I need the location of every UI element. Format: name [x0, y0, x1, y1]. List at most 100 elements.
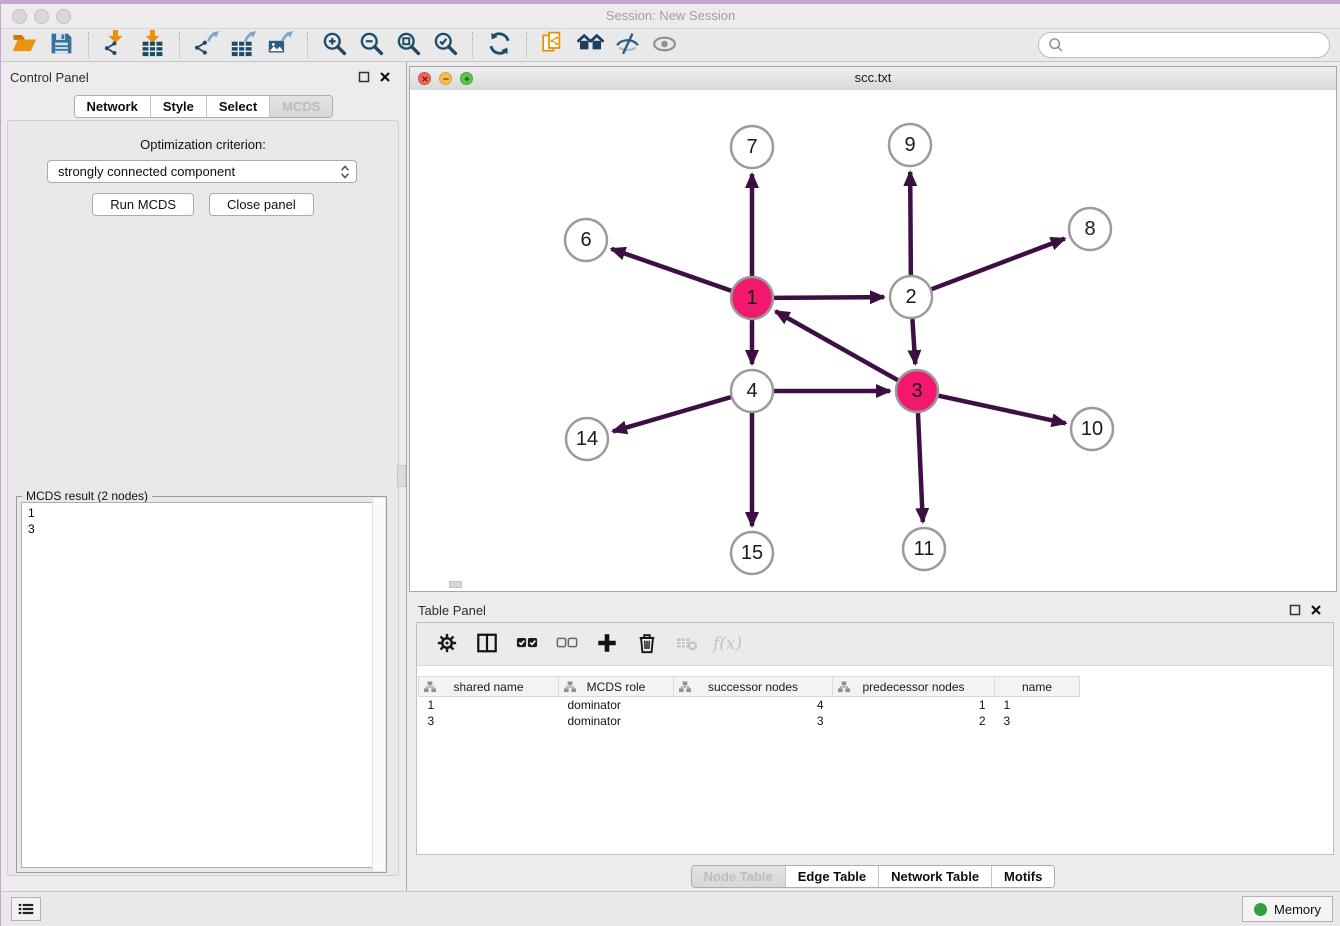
- import-table-icon: [139, 30, 166, 60]
- search-icon: [1048, 37, 1064, 53]
- split-panel-button[interactable]: [473, 631, 500, 658]
- titlebar[interactable]: Session: New Session: [1, 4, 1340, 28]
- edge-2-8[interactable]: [932, 239, 1065, 290]
- window-title: Session: New Session: [1, 4, 1340, 28]
- edge-1-6[interactable]: [611, 249, 731, 291]
- column-header-successor-nodes[interactable]: successor nodes: [674, 677, 833, 697]
- tab-style[interactable]: Style: [150, 96, 206, 117]
- network-minimize-button[interactable]: [439, 72, 452, 85]
- cell-name[interactable]: 3: [995, 713, 1080, 729]
- list-icon: [18, 902, 34, 916]
- column-tree-icon: [838, 681, 850, 696]
- mcds-result-scrollbar[interactable]: [372, 498, 385, 871]
- edge-1-2[interactable]: [774, 297, 884, 298]
- task-history-button[interactable]: [11, 897, 41, 921]
- zoom-fit-icon: [395, 30, 422, 60]
- network-table-splitter-grip[interactable]: [449, 581, 462, 588]
- cell-shared-name[interactable]: 1: [419, 697, 559, 714]
- refresh-view-button[interactable]: [481, 30, 518, 60]
- edge-4-14[interactable]: [613, 397, 731, 431]
- table-panel-title: Table Panel: [418, 603, 486, 618]
- delete-table-button: [673, 631, 700, 658]
- run-mcds-button[interactable]: Run MCDS: [92, 193, 194, 216]
- show-hidden-button[interactable]: [646, 30, 683, 60]
- column-header-name[interactable]: name: [995, 677, 1080, 697]
- import-table-button[interactable]: [134, 30, 171, 60]
- cell-successor-nodes[interactable]: 4: [674, 697, 833, 714]
- close-panel-button[interactable]: Close panel: [209, 193, 314, 216]
- cell-predecessor-nodes[interactable]: 2: [833, 713, 995, 729]
- column-header-label: shared name: [453, 680, 523, 694]
- column-header-label: successor nodes: [708, 680, 798, 694]
- network-view-window[interactable]: scc.txt 7968124314101511: [409, 66, 1337, 592]
- search-field[interactable]: [1038, 32, 1330, 58]
- window-close-button[interactable]: [12, 9, 27, 24]
- cell-mcds-role[interactable]: dominator: [559, 713, 674, 729]
- edge-3-1[interactable]: [776, 311, 898, 380]
- cell-name[interactable]: 1: [995, 697, 1080, 714]
- zoom-in-button[interactable]: [316, 30, 353, 60]
- export-image-button[interactable]: [262, 30, 299, 60]
- save-session-button[interactable]: [43, 30, 80, 60]
- network-window-titlebar[interactable]: scc.txt: [410, 67, 1336, 91]
- delete-table-icon: [676, 632, 698, 657]
- column-header-shared-name[interactable]: shared name: [419, 677, 559, 697]
- control-panel-close-icon[interactable]: [379, 71, 391, 83]
- edge-3-11[interactable]: [918, 413, 923, 522]
- tab-network[interactable]: Network: [75, 96, 150, 117]
- zoom-selected-button[interactable]: [427, 30, 464, 60]
- cell-successor-nodes[interactable]: 3: [674, 713, 833, 729]
- network-close-button[interactable]: [418, 72, 431, 85]
- zoom-out-button[interactable]: [353, 30, 390, 60]
- window-minimize-button[interactable]: [34, 9, 49, 24]
- clone-network-button[interactable]: [535, 30, 572, 60]
- zoom-fit-button[interactable]: [390, 30, 427, 60]
- open-session-button[interactable]: [6, 30, 43, 60]
- tab-select[interactable]: Select: [206, 96, 269, 117]
- hide-displayed-button[interactable]: [609, 30, 646, 60]
- select-all-columns-button[interactable]: [513, 631, 540, 658]
- table-tab-network-table[interactable]: Network Table: [878, 866, 991, 887]
- column-header-predecessor-nodes[interactable]: predecessor nodes: [833, 677, 995, 697]
- panel-divider-grip[interactable]: [397, 465, 406, 487]
- edge-2-9[interactable]: [910, 172, 911, 275]
- mcds-result-text[interactable]: 13: [21, 502, 382, 868]
- table-tab-motifs[interactable]: Motifs: [991, 866, 1054, 887]
- table-tabs: Node TableEdge TableNetwork TableMotifs: [691, 865, 1056, 888]
- network-zoom-button[interactable]: [460, 72, 473, 85]
- toolbar-separator: [307, 32, 308, 58]
- window-maximize-button[interactable]: [56, 9, 71, 24]
- table-panel-float-icon[interactable]: [1289, 604, 1301, 616]
- criterion-select[interactable]: strongly connected component: [47, 160, 357, 183]
- export-network-button[interactable]: [188, 30, 225, 60]
- add-row-button[interactable]: [593, 631, 620, 658]
- import-network-button[interactable]: [97, 30, 134, 60]
- home-button[interactable]: [572, 30, 609, 60]
- table-tab-edge-table[interactable]: Edge Table: [785, 866, 878, 887]
- delete-row-icon: [636, 632, 658, 657]
- cell-mcds-role[interactable]: dominator: [559, 697, 674, 714]
- edge-3-10[interactable]: [938, 396, 1065, 424]
- node-label-7: 7: [746, 136, 757, 158]
- search-input[interactable]: [1068, 34, 1329, 56]
- delete-row-button[interactable]: [633, 631, 660, 658]
- column-header-mcds-role[interactable]: MCDS role: [559, 677, 674, 697]
- toolbar-separator: [472, 32, 473, 58]
- cell-predecessor-nodes[interactable]: 1: [833, 697, 995, 714]
- table-tab-node-table[interactable]: Node Table: [692, 866, 785, 887]
- edge-2-3[interactable]: [912, 319, 915, 364]
- cell-shared-name[interactable]: 3: [419, 713, 559, 729]
- control-panel-float-icon[interactable]: [358, 71, 370, 83]
- tab-mcds[interactable]: MCDS: [269, 96, 332, 117]
- unselect-all-columns-button[interactable]: [553, 631, 580, 658]
- export-table-button[interactable]: [225, 30, 262, 60]
- network-canvas[interactable]: 7968124314101511: [410, 90, 1336, 591]
- network-window-title: scc.txt: [410, 67, 1336, 89]
- export-table-icon: [230, 30, 257, 60]
- memory-button[interactable]: Memory: [1242, 896, 1333, 922]
- column-header-label: predecessor nodes: [862, 680, 964, 694]
- settings-button[interactable]: [433, 631, 460, 658]
- unselect-all-columns-icon: [556, 632, 578, 657]
- main-area: Control Panel NetworkStyleSelectMCDS Opt…: [1, 62, 1340, 892]
- table-panel-close-icon[interactable]: [1310, 604, 1322, 616]
